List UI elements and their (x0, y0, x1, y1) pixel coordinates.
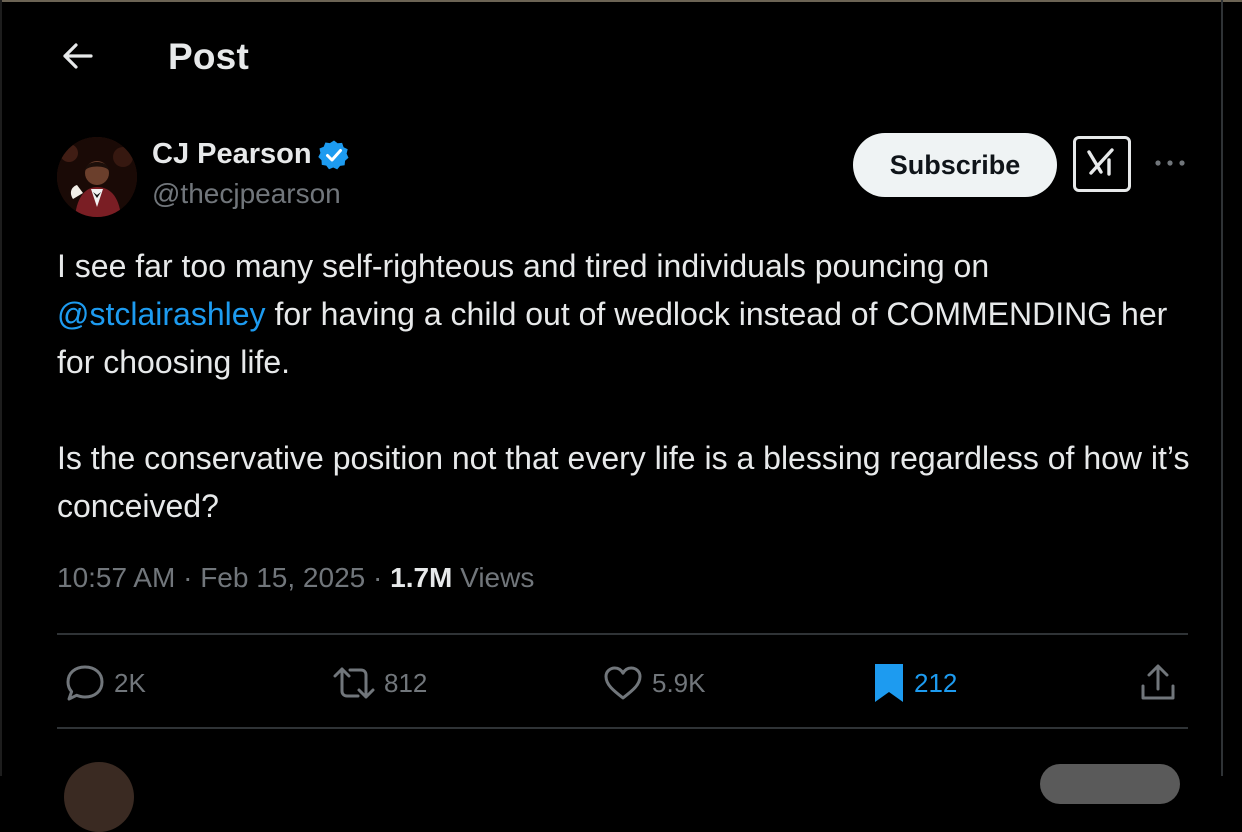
post-meta: 10:57 AM · Feb 15, 2025 · 1.7M Views (57, 562, 534, 594)
reply-count: 2K (114, 667, 146, 698)
post-time[interactable]: 10:57 AM (57, 562, 175, 593)
more-horizontal-icon (1154, 154, 1186, 172)
arrow-left-icon (62, 42, 94, 75)
share-button[interactable] (1138, 660, 1178, 706)
repost-icon (332, 663, 376, 703)
like-button[interactable]: 5.9K (602, 660, 706, 706)
author-handle[interactable]: @thecjpearson (152, 178, 341, 210)
post-text: I see far too many self-righteous and ti… (57, 242, 1197, 530)
views-count[interactable]: 1.7M (390, 562, 452, 593)
more-options-button[interactable] (1152, 150, 1188, 176)
post-date[interactable]: Feb 15, 2025 (200, 562, 365, 593)
bookmark-filled-icon (872, 661, 906, 705)
verified-badge-icon (318, 139, 350, 171)
reply-icon (64, 663, 106, 703)
window-left-border (0, 0, 2, 776)
meta-separator: · (175, 562, 201, 593)
back-button[interactable] (58, 38, 98, 78)
page-title: Post (168, 36, 249, 77)
bookmark-button[interactable]: 212 (872, 660, 957, 706)
share-icon (1138, 662, 1178, 704)
reply-composer-avatar[interactable] (64, 762, 134, 832)
repost-count: 812 (384, 667, 428, 698)
column-right-border (1221, 0, 1223, 776)
bookmark-count: 212 (914, 667, 958, 698)
post-header: Post (0, 0, 1220, 115)
like-count: 5.9K (652, 667, 706, 698)
subscribe-button[interactable]: Subscribe (853, 133, 1057, 197)
post-text-part: I see far too many self-righteous and ti… (57, 248, 990, 284)
heart-icon (602, 663, 644, 703)
post-paragraph-2: Is the conservative position not that ev… (57, 440, 1190, 524)
author-avatar[interactable] (57, 137, 137, 217)
divider (57, 633, 1188, 635)
views-label: Views (452, 562, 535, 593)
post-paragraph-1: I see far too many self-righteous and ti… (57, 242, 1197, 386)
repost-button[interactable]: 812 (332, 660, 427, 706)
meta-separator: · (365, 562, 391, 593)
divider (57, 727, 1188, 729)
reply-composer-button[interactable] (1040, 764, 1180, 804)
mention-link[interactable]: @stclairashley (57, 296, 266, 332)
grok-button[interactable] (1073, 136, 1131, 192)
reply-button[interactable]: 2K (64, 660, 146, 706)
grok-icon (1084, 144, 1120, 185)
author-name[interactable]: CJ Pearson (152, 138, 312, 171)
